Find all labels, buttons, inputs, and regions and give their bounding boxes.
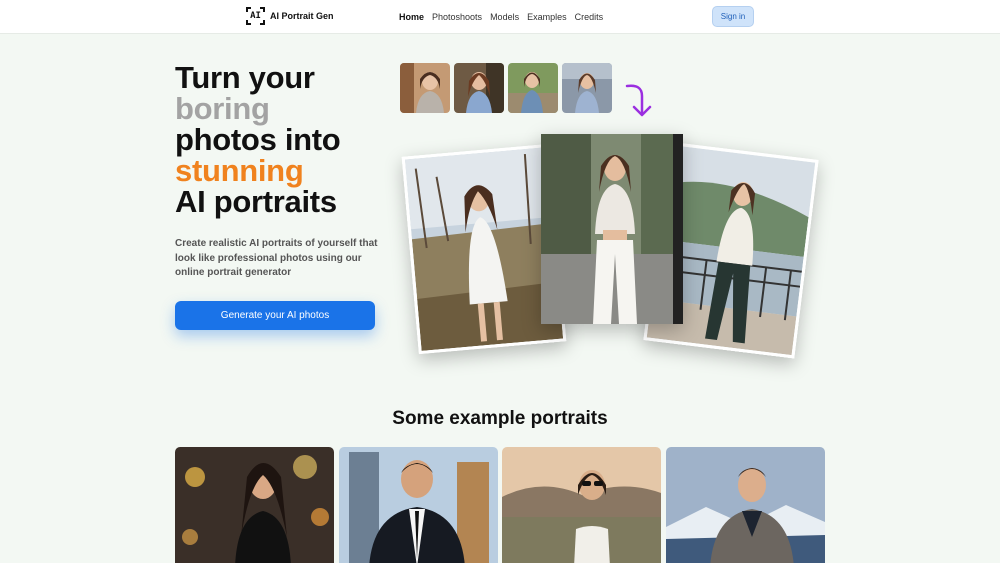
generate-photos-button[interactable]: Generate your AI photos	[175, 301, 375, 330]
curved-arrow-icon	[625, 84, 652, 117]
nav-item-examples[interactable]: Examples	[527, 12, 567, 22]
example-portrait-3[interactable]	[502, 447, 661, 563]
example-portrait-1[interactable]	[175, 447, 334, 563]
headline-line-2: boring	[175, 91, 270, 126]
hero-subtext: Create realistic AI portraits of yoursel…	[175, 238, 378, 278]
nav-item-photoshoots[interactable]: Photoshoots	[432, 12, 482, 22]
logo-icon: AI	[246, 7, 265, 25]
input-photo-thumb-4	[562, 63, 612, 113]
logo[interactable]: AI AI Portrait Gen	[246, 7, 334, 25]
headline-line-3: photos into	[175, 122, 341, 157]
nav-menu: Home Photoshoots Models Examples Credits	[399, 12, 603, 22]
nav-item-models[interactable]: Models	[490, 12, 519, 22]
nav-item-home[interactable]: Home	[399, 12, 424, 22]
top-nav: AI AI Portrait Gen Home Photoshoots Mode…	[0, 0, 1000, 34]
logo-text: AI Portrait Gen	[270, 11, 334, 21]
headline-line-4: stunning	[175, 153, 304, 188]
example-portrait-4[interactable]	[666, 447, 825, 563]
examples-title: Some example portraits	[392, 408, 608, 429]
headline-line-1: Turn your	[175, 60, 315, 95]
input-photo-thumb-2	[454, 63, 504, 113]
result-photo-center	[541, 134, 683, 324]
sign-in-button[interactable]: Sign in	[712, 6, 754, 27]
input-photo-thumb-3	[508, 63, 558, 113]
input-photo-thumb-1	[400, 63, 450, 113]
headline-line-5: AI portraits	[175, 184, 337, 219]
nav-item-credits[interactable]: Credits	[575, 12, 604, 22]
hero-headline: Turn your boring photos into stunning AI…	[175, 62, 375, 217]
example-portrait-2[interactable]	[339, 447, 498, 563]
